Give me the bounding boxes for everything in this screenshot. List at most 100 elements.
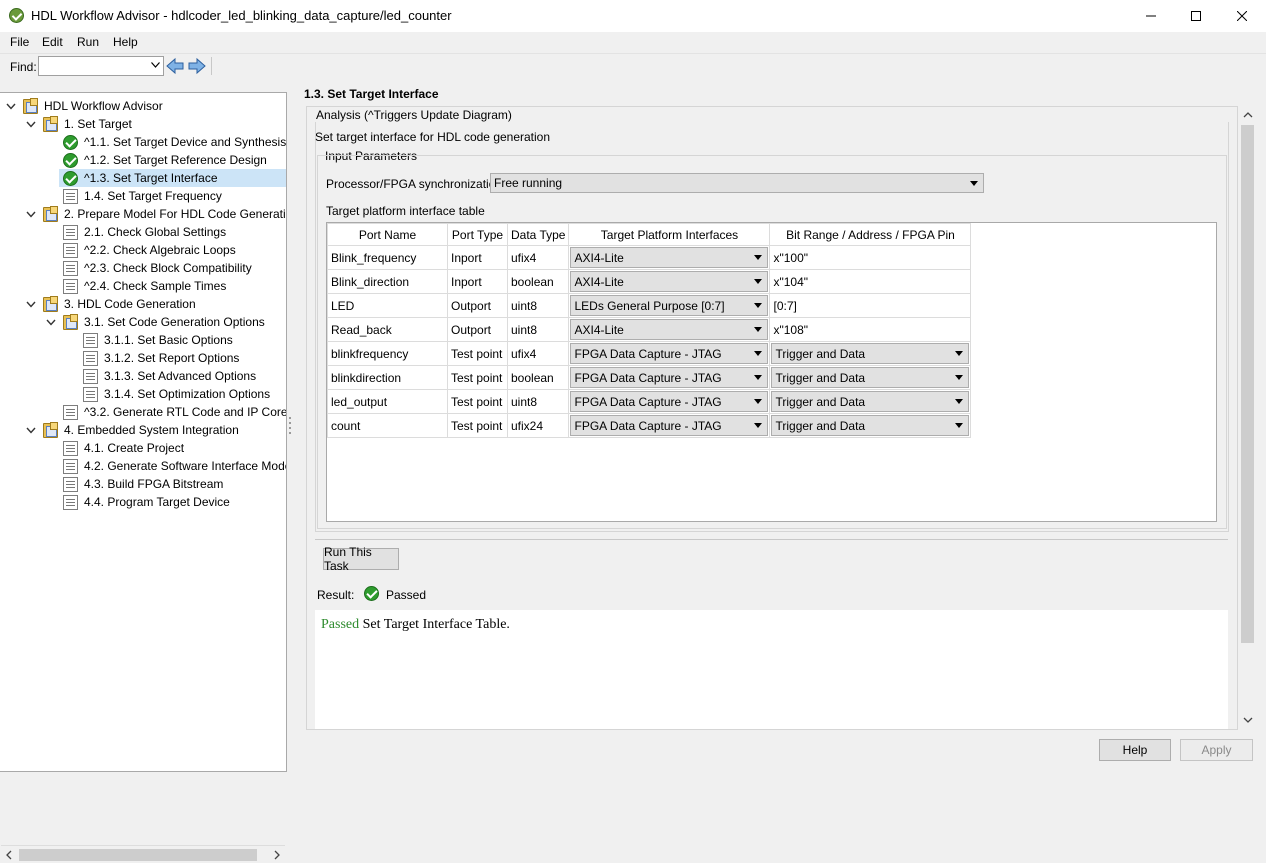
tree-item[interactable]: ^1.3. Set Target Interface <box>59 169 286 187</box>
tree-scroll-thumb[interactable] <box>19 849 257 861</box>
help-button[interactable]: Help <box>1099 739 1171 761</box>
apply-button[interactable]: Apply <box>1180 739 1253 761</box>
close-button[interactable] <box>1219 0 1265 32</box>
tree-horizontal-scrollbar[interactable] <box>1 845 285 863</box>
tree-item-label: 2. Prepare Model For HDL Code Generation <box>64 207 286 221</box>
tree-item[interactable]: 1. Set Target <box>0 115 286 133</box>
tree-item[interactable]: 3.1.4. Set Optimization Options <box>0 385 286 403</box>
bit-range-dropdown[interactable]: Trigger and Data <box>771 343 970 364</box>
task-icon <box>63 278 78 294</box>
app-icon <box>9 8 24 23</box>
column-header-port-type[interactable]: Port Type <box>447 223 508 246</box>
tree-item[interactable]: 4.3. Build FPGA Bitstream <box>0 475 286 493</box>
chevron-down-icon[interactable] <box>25 424 37 436</box>
chevron-down-icon[interactable] <box>5 100 17 112</box>
port-name-cell: blinkfrequency <box>327 341 448 366</box>
target-interface-cell: FPGA Data Capture - JTAG <box>568 413 771 438</box>
bit-range-dropdown[interactable]: Trigger and Data <box>771 391 970 412</box>
content-scroll-thumb[interactable] <box>1241 125 1254 643</box>
target-interface-dropdown[interactable]: LEDs General Purpose [0:7] <box>570 295 769 316</box>
maximize-button[interactable] <box>1173 0 1219 32</box>
target-interface-dropdown[interactable]: AXI4-Lite <box>570 247 769 268</box>
tree-item[interactable]: ^1.2. Set Target Reference Design <box>0 151 286 169</box>
menu-run[interactable]: Run <box>77 35 99 49</box>
scroll-up-icon[interactable] <box>1243 111 1253 119</box>
task-icon <box>63 242 78 258</box>
tree-item[interactable]: 4.4. Program Target Device <box>0 493 286 511</box>
bit-range-cell[interactable]: x"108" <box>769 317 972 342</box>
menu-bar: File Edit Run Help <box>0 32 1266 53</box>
table-row: Blink_direction Inport boolean AXI4-Lite x"1… <box>327 269 972 294</box>
arrow-right-icon <box>188 57 206 75</box>
menu-file[interactable]: File <box>10 35 29 49</box>
find-next-button[interactable] <box>188 57 206 75</box>
target-interface-dropdown[interactable]: AXI4-Lite <box>570 271 769 292</box>
tree-item-label: 1.4. Set Target Frequency <box>84 189 222 203</box>
target-interface-dropdown[interactable]: FPGA Data Capture - JTAG <box>570 343 769 364</box>
chevron-down-icon[interactable] <box>45 316 57 328</box>
bit-range-dropdown[interactable]: Trigger and Data <box>771 367 970 388</box>
check-icon <box>63 152 78 168</box>
target-interface-dropdown[interactable]: FPGA Data Capture - JTAG <box>570 391 769 412</box>
menu-help[interactable]: Help <box>113 35 138 49</box>
target-interface-dropdown[interactable]: FPGA Data Capture - JTAG <box>570 367 769 388</box>
check-icon <box>63 134 78 150</box>
tree-item[interactable]: HDL Workflow Advisor <box>0 97 286 115</box>
tree-item[interactable]: ^2.2. Check Algebraic Loops <box>0 241 286 259</box>
port-type-cell: Inport <box>447 245 508 270</box>
column-header-port-name[interactable]: Port Name <box>327 223 448 246</box>
tree-item[interactable]: ^2.4. Check Sample Times <box>0 277 286 295</box>
target-interface-dropdown[interactable]: AXI4-Lite <box>570 319 769 340</box>
sync-mode-dropdown[interactable]: Free running <box>490 173 984 193</box>
chevron-down-icon[interactable] <box>25 118 37 130</box>
bit-range-cell[interactable]: x"100" <box>769 245 972 270</box>
scroll-down-icon[interactable] <box>1243 716 1253 724</box>
tree-item[interactable]: 2.1. Check Global Settings <box>0 223 286 241</box>
bit-range-value: Trigger and Data <box>775 370 866 385</box>
find-toolbar: Find: <box>0 53 1266 78</box>
find-previous-button[interactable] <box>166 57 184 75</box>
dropdown-arrow-icon <box>754 423 763 428</box>
target-interface-value: AXI4-Lite <box>574 322 624 337</box>
run-this-task-button[interactable]: Run This Task <box>323 545 399 573</box>
minimize-button[interactable] <box>1128 0 1174 32</box>
menu-edit[interactable]: Edit <box>42 35 63 49</box>
panel-splitter[interactable] <box>288 416 292 436</box>
tree-item[interactable]: 3.1.1. Set Basic Options <box>0 331 286 349</box>
find-input[interactable] <box>38 56 164 76</box>
tree-item[interactable]: 3.1. Set Code Generation Options <box>0 313 286 331</box>
target-interface-cell: FPGA Data Capture - JTAG <box>568 389 771 414</box>
column-header-data-type[interactable]: Data Type <box>506 223 570 246</box>
tree-item[interactable]: ^1.1. Set Target Device and Synthesis To… <box>0 133 286 151</box>
target-interface-dropdown[interactable]: FPGA Data Capture - JTAG <box>570 415 769 436</box>
data-type-cell: ufix4 <box>506 341 570 366</box>
bit-range-cell[interactable]: x"104" <box>769 269 972 294</box>
tree-item[interactable]: 3. HDL Code Generation <box>0 295 286 313</box>
tree-item[interactable]: ^2.3. Check Block Compatibility <box>0 259 286 277</box>
tree-item[interactable]: 4.2. Generate Software Interface Model <box>0 457 286 475</box>
bit-range-value: Trigger and Data <box>775 394 866 409</box>
tree-item[interactable]: 3.1.3. Set Advanced Options <box>0 367 286 385</box>
passed-check-icon <box>364 586 379 601</box>
column-header-bit-range[interactable]: Bit Range / Address / FPGA Pin <box>769 223 972 246</box>
scroll-right-icon[interactable] <box>273 850 281 860</box>
tree-item[interactable]: 1.4. Set Target Frequency <box>0 187 286 205</box>
bit-range-cell: Trigger and Data <box>769 341 972 366</box>
chevron-down-icon[interactable] <box>25 298 37 310</box>
tree-item[interactable]: ^3.2. Generate RTL Code and IP Core <box>0 403 286 421</box>
bit-range-cell[interactable]: [0:7] <box>769 293 972 318</box>
content-vertical-scrollbar[interactable] <box>1239 106 1256 730</box>
tree-item[interactable]: 4. Embedded System Integration <box>0 421 286 439</box>
tree-item[interactable]: 4.1. Create Project <box>0 439 286 457</box>
tree-item[interactable]: 3.1.2. Set Report Options <box>0 349 286 367</box>
tree-item[interactable]: 2. Prepare Model For HDL Code Generation <box>0 205 286 223</box>
tree-item-label: ^3.2. Generate RTL Code and IP Core <box>84 405 286 419</box>
bit-range-dropdown[interactable]: Trigger and Data <box>771 415 970 436</box>
column-header-target-interface[interactable]: Target Platform Interfaces <box>568 223 771 246</box>
scroll-left-icon[interactable] <box>5 850 13 860</box>
chevron-down-icon[interactable] <box>151 62 160 68</box>
chevron-down-icon[interactable] <box>25 208 37 220</box>
